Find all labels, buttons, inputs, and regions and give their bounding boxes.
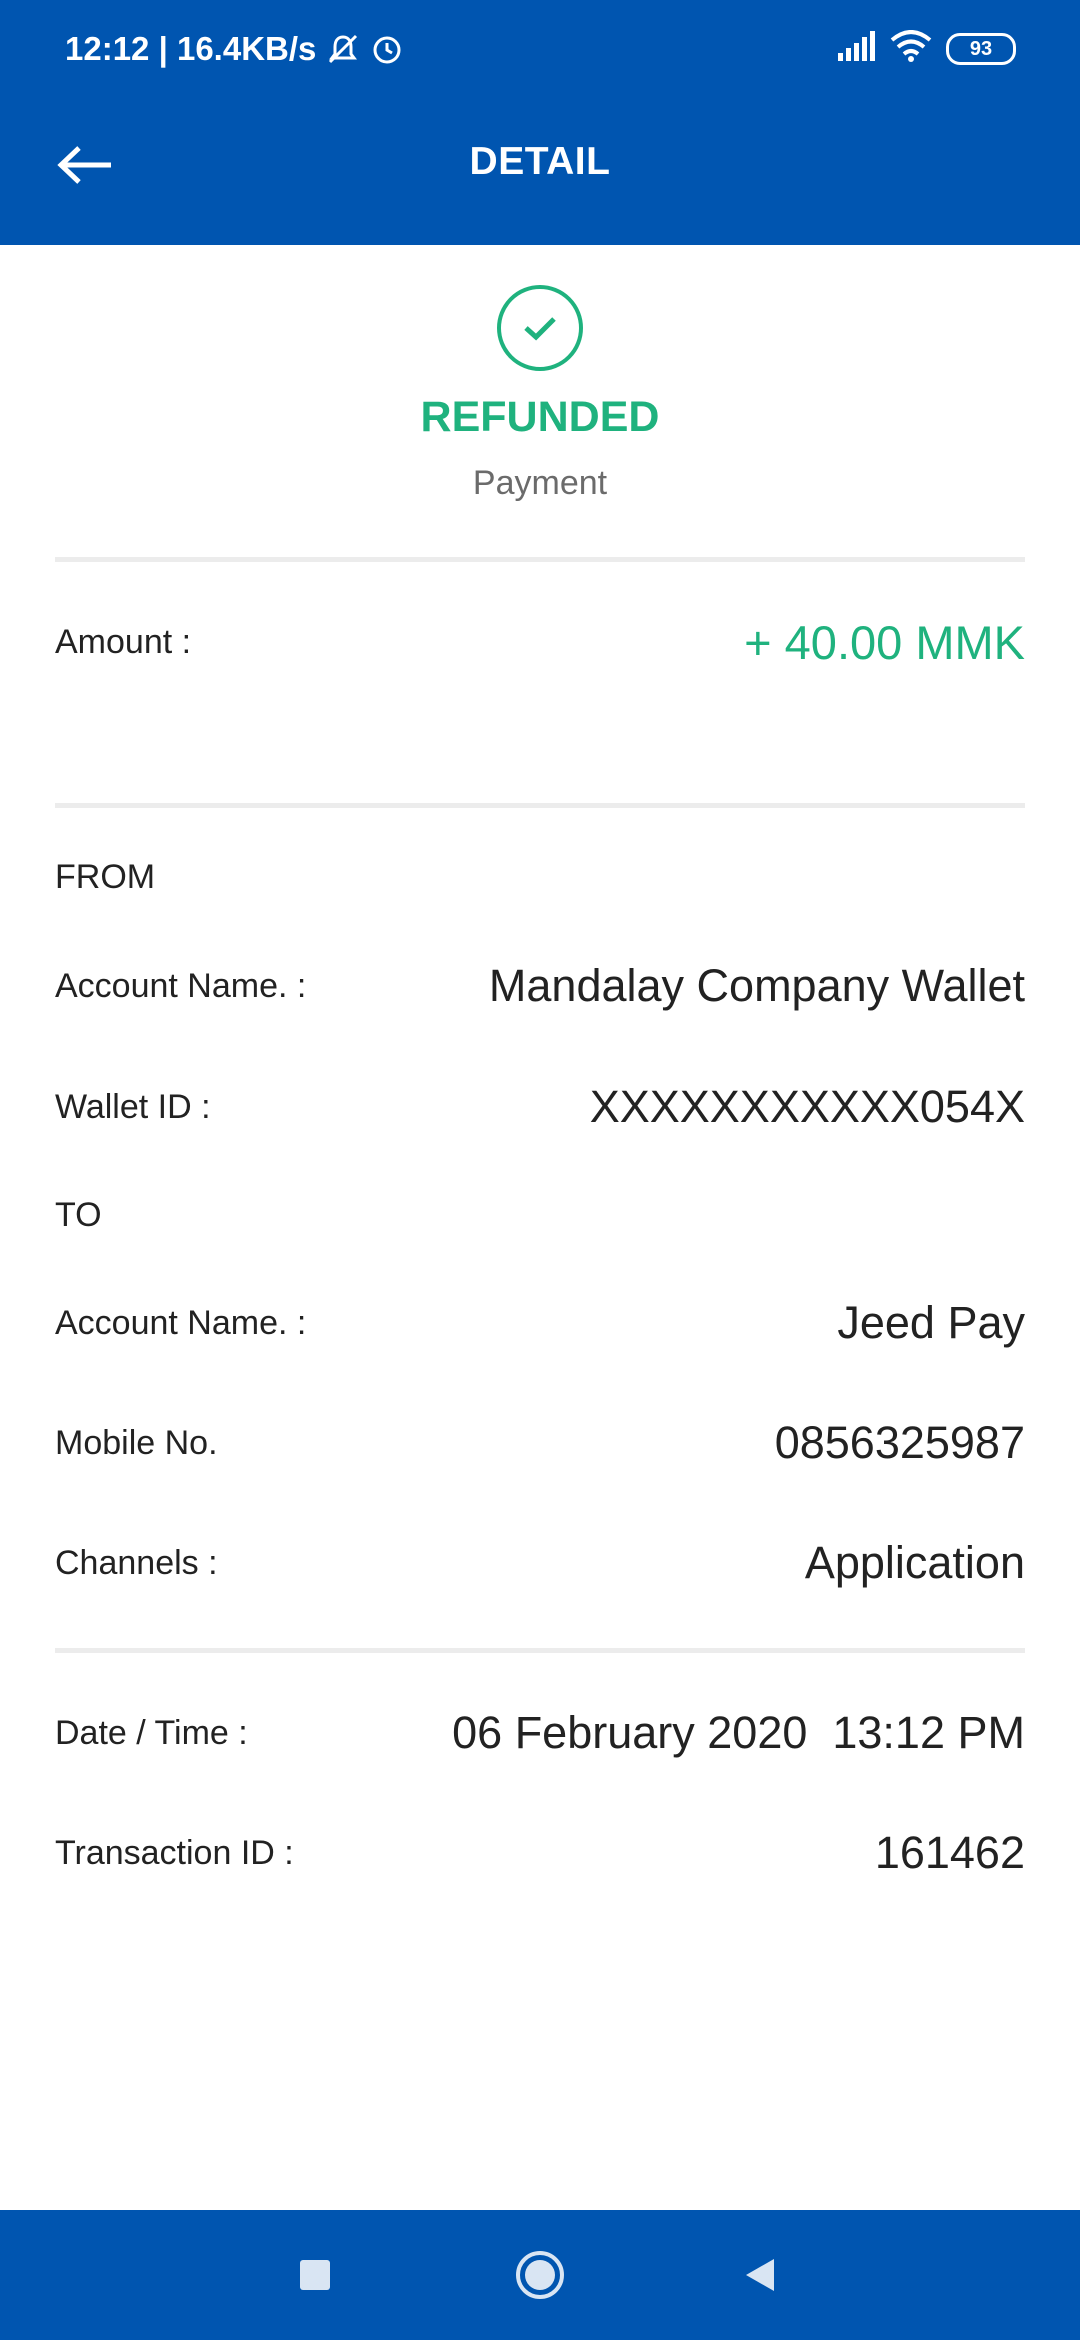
transaction-id-value: 161462: [874, 1827, 1025, 1878]
to-account-row: Account Name. : Jeed Pay: [55, 1297, 1025, 1349]
datetime-value: 06 February 2020 13:12 PM: [452, 1707, 1025, 1758]
recent-apps-button[interactable]: [285, 2245, 345, 2305]
home-button[interactable]: [510, 2245, 570, 2305]
top-bar: 12:12 | 16.4KB/s 93 DETAIL: [0, 0, 1080, 245]
app-bar: DETAIL: [0, 110, 1080, 220]
system-back-button[interactable]: [730, 2245, 790, 2305]
page-title: DETAIL: [469, 140, 611, 183]
to-account-name-value: Jeed Pay: [837, 1297, 1025, 1348]
mobile-row: Mobile No. 0856325987: [55, 1417, 1025, 1469]
amount-label: Amount :: [55, 623, 192, 661]
status-left: 12:12 | 16.4KB/s: [65, 30, 404, 68]
battery-icon: 93: [946, 32, 1016, 65]
transaction-status: REFUNDED: [420, 393, 660, 441]
mobile-value: 0856325987: [774, 1417, 1025, 1468]
from-account-name-label: Account Name. :: [55, 966, 307, 1005]
signal-icon: [836, 31, 876, 66]
to-heading: TO: [55, 1196, 102, 1234]
transaction-type: Payment: [472, 464, 608, 502]
status-bar: 12:12 | 16.4KB/s 93: [0, 0, 1080, 100]
back-triangle-icon: [746, 2259, 774, 2291]
divider: [55, 1648, 1025, 1653]
system-nav-bar: [0, 2210, 1080, 2340]
mobile-label: Mobile No.: [55, 1423, 218, 1462]
wifi-icon: [890, 30, 932, 67]
channels-label: Channels :: [55, 1543, 218, 1582]
datetime-row: Date / Time : 06 February 2020 13:12 PM: [55, 1707, 1025, 1759]
recent-apps-icon: [300, 2260, 330, 2290]
wallet-id-label: Wallet ID :: [55, 1087, 211, 1126]
from-account-name-value: Mandalay Company Wallet: [488, 960, 1025, 1011]
wallet-id-row: Wallet ID : XXXXXXXXXXX054X: [55, 1081, 1025, 1133]
wallet-id-value: XXXXXXXXXXX054X: [589, 1081, 1025, 1132]
status-hero: REFUNDED Payment: [0, 285, 1080, 503]
amount-row: Amount : + 40.00 MMK: [55, 615, 1025, 670]
check-circle-icon: [497, 285, 583, 371]
amount-value: + 40.00 MMK: [744, 616, 1025, 669]
to-account-name-label: Account Name. :: [55, 1303, 307, 1342]
from-account-row: Account Name. : Mandalay Company Wallet: [55, 960, 1025, 1012]
divider: [55, 803, 1025, 808]
mute-icon: [326, 32, 360, 66]
transaction-id-row: Transaction ID : 161462: [55, 1827, 1025, 1879]
transaction-id-label: Transaction ID :: [55, 1833, 294, 1872]
alarm-icon: [370, 32, 404, 66]
home-icon: [516, 2251, 564, 2299]
from-heading: FROM: [55, 858, 156, 896]
status-right: 93: [836, 30, 1016, 67]
channels-row: Channels : Application: [55, 1537, 1025, 1589]
divider: [55, 557, 1025, 562]
time-speed: 12:12 | 16.4KB/s: [65, 30, 317, 67]
datetime-label: Date / Time :: [55, 1713, 248, 1752]
channels-value: Application: [804, 1537, 1025, 1588]
